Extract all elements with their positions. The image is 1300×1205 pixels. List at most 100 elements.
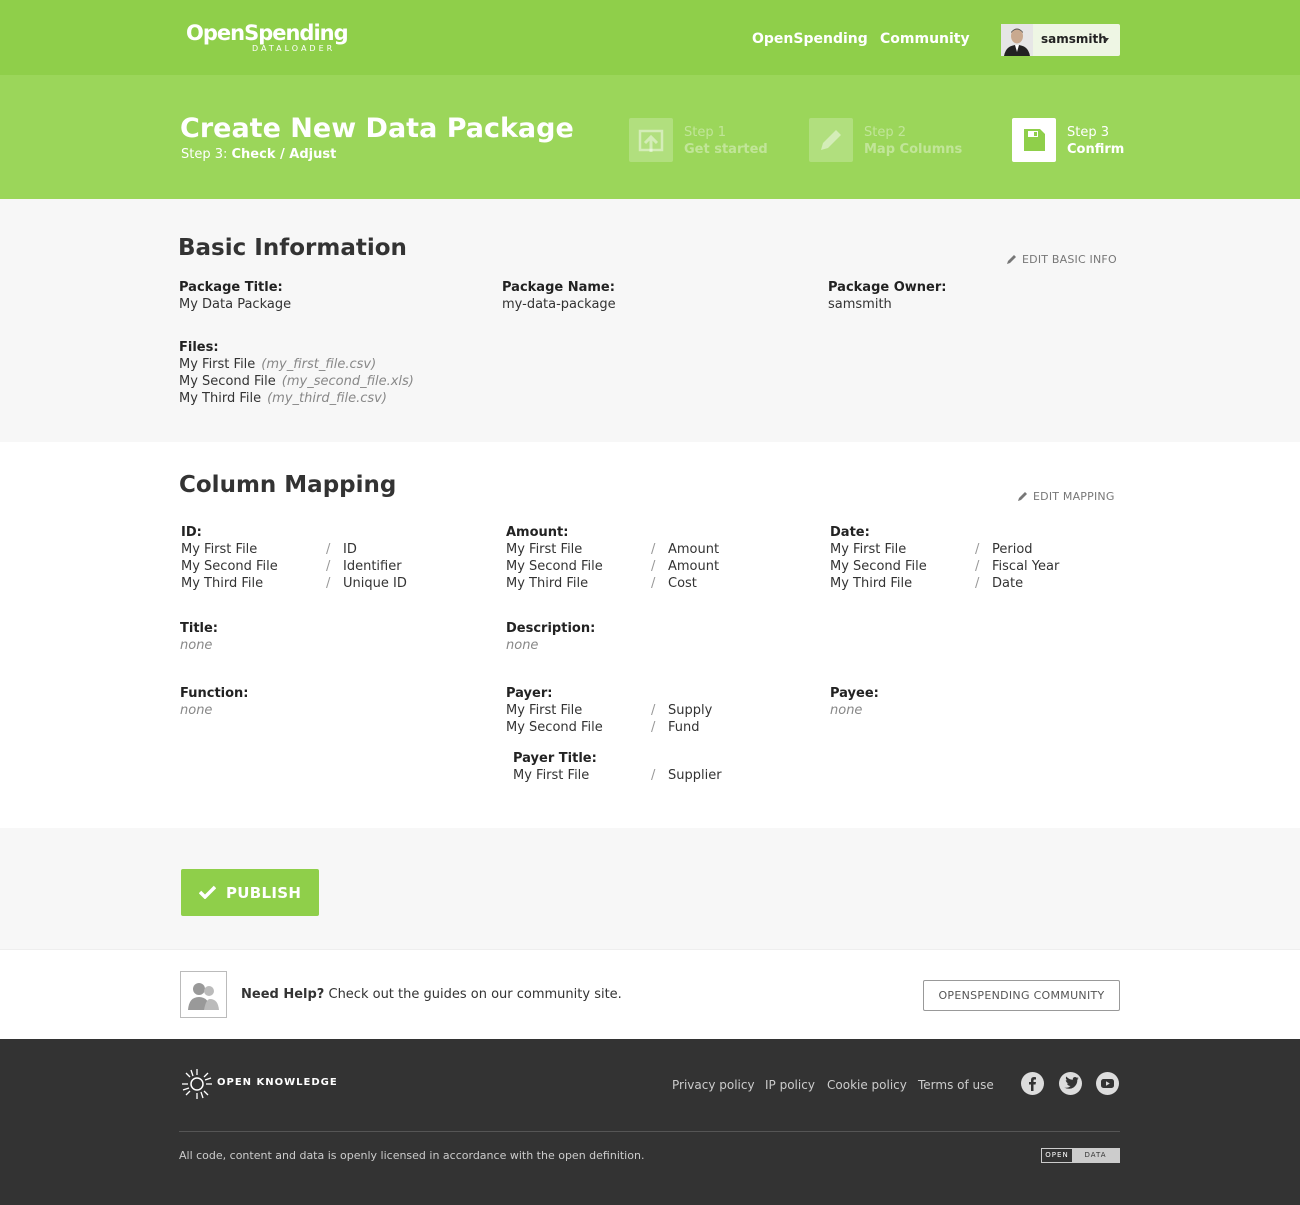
open-data-badge[interactable]: OPEN DATA <box>1041 1148 1120 1163</box>
mapping-id-label: ID: <box>181 525 202 540</box>
mapping-payer-title-label: Payer Title: <box>513 751 597 766</box>
footer-link-terms[interactable]: Terms of use <box>918 1078 994 1092</box>
license-text: All code, content and data is openly lic… <box>179 1149 645 1162</box>
file-filename: (my_second_file.xls) <box>281 374 414 389</box>
mapping-row: My Second File / Identifier <box>181 558 481 575</box>
help-section: Need Help? Check out the guides on our c… <box>0 949 1300 1039</box>
mapping-separator: / <box>651 768 656 783</box>
edit-basic-info-link[interactable]: EDIT BASIC INFO <box>1007 253 1117 266</box>
package-name-field: Package Name: my-data-package <box>502 279 616 313</box>
mapping-title: Title: none <box>180 620 218 654</box>
mapping-separator: / <box>326 542 331 557</box>
footer-link-ip[interactable]: IP policy <box>765 1078 815 1092</box>
mapping-separator: / <box>651 720 656 735</box>
mapping-payer: Payer: My First File / Supply My Second Fi… <box>506 685 806 736</box>
package-name-label: Package Name: <box>502 280 615 295</box>
nav-link-openspending[interactable]: OpenSpending <box>752 31 868 47</box>
openspending-logo[interactable]: OpenSpending DATALOADER <box>186 21 349 53</box>
help-strong: Need Help? <box>241 987 325 1002</box>
mapping-payer-title: Payer Title: My First File / Supplier <box>513 750 813 784</box>
openspending-community-button[interactable]: OPENSPENDING COMMUNITY <box>923 980 1120 1011</box>
footer-link-privacy[interactable]: Privacy policy <box>672 1078 755 1092</box>
mapping-payee: Payee: none <box>830 685 879 719</box>
page-subtitle: Step 3: Check / Adjust <box>181 147 336 162</box>
mapping-separator: / <box>651 559 656 574</box>
mapping-date-label: Date: <box>830 525 870 540</box>
subtitle-prefix: Step 3: <box>181 147 232 162</box>
file-filename: (my_third_file.csv) <box>267 391 387 406</box>
publish-button[interactable]: PUBLISH <box>181 869 319 916</box>
mapping-function-label: Function: <box>180 686 249 701</box>
files-field: Files: My First File (my_first_file.csv) … <box>179 339 414 407</box>
package-owner-value: samsmith <box>828 297 892 312</box>
mapping-source: My Third File <box>830 576 913 591</box>
file-item: My Second File (my_second_file.xls) <box>179 373 414 390</box>
mapping-target: Supplier <box>668 768 722 783</box>
mapping-source: My Second File <box>830 559 927 574</box>
pencil-icon <box>1018 492 1027 501</box>
step-3[interactable]: Step 3 Confirm <box>1012 118 1127 162</box>
mapping-function-value: none <box>180 703 213 718</box>
mapping-description: Description: none <box>506 620 595 654</box>
mapping-amount-label: Amount: <box>506 525 569 540</box>
mapping-target: Date <box>992 576 1024 591</box>
step-2-text: Step 2 Map Columns <box>864 124 962 158</box>
mapping-separator: / <box>651 703 656 718</box>
mapping-target: Amount <box>668 542 720 557</box>
basic-information-heading: Basic Information <box>178 235 407 261</box>
package-name-value: my-data-package <box>502 297 616 312</box>
mapping-row: My Third File / Cost <box>506 575 806 592</box>
footer: OPEN KNOWLEDGE Privacy policy IP policy … <box>0 1039 1300 1205</box>
pencil-icon <box>1007 255 1016 264</box>
column-mapping-heading: Column Mapping <box>179 472 397 498</box>
package-owner-field: Package Owner: samsmith <box>828 279 946 313</box>
mapping-separator: / <box>326 559 331 574</box>
step-1-text: Step 1 Get started <box>684 124 768 158</box>
mapping-target: Period <box>992 542 1033 557</box>
step-1[interactable]: Step 1 Get started <box>629 118 779 162</box>
step-3-text: Step 3 Confirm <box>1067 124 1124 158</box>
mapping-separator: / <box>326 576 331 591</box>
twitter-icon[interactable] <box>1059 1072 1082 1095</box>
user-menu-button[interactable]: samsmith <box>1001 24 1120 56</box>
mapping-target: Fiscal Year <box>992 559 1060 574</box>
file-filename: (my_first_file.csv) <box>261 357 377 372</box>
nav-link-community[interactable]: Community <box>880 31 970 47</box>
edit-mapping-link[interactable]: EDIT MAPPING <box>1018 490 1115 503</box>
youtube-icon[interactable] <box>1096 1072 1119 1095</box>
step-2[interactable]: Step 2 Map Columns <box>809 118 969 162</box>
mapping-separator: / <box>975 576 980 591</box>
open-knowledge-brand[interactable]: OPEN KNOWLEDGE <box>217 1077 338 1088</box>
page-header: Create New Data Package Step 3: Check / … <box>0 75 1300 199</box>
mapping-source: My Second File <box>181 559 278 574</box>
mapping-source: My Third File <box>506 576 589 591</box>
open-knowledge-logo-icon[interactable] <box>180 1067 214 1101</box>
step-1-line1: Step 1 <box>684 125 727 140</box>
mapping-source: My First File <box>506 542 583 557</box>
mapping-row: My Third File / Date <box>830 575 1120 592</box>
open-data-badge-right: DATA <box>1072 1149 1119 1162</box>
people-icon <box>180 971 227 1018</box>
file-item: My Third File (my_third_file.csv) <box>179 390 414 407</box>
mapping-row: My First File / Period <box>830 541 1120 558</box>
step-3-line1: Step 3 <box>1067 125 1110 140</box>
publish-section: PUBLISH <box>0 828 1300 949</box>
logo-sub-text: DATALOADER <box>252 44 336 53</box>
upload-icon <box>629 118 673 162</box>
logo-main-text: OpenSpending <box>186 21 349 45</box>
mapping-source: My Third File <box>181 576 264 591</box>
package-title-value: My Data Package <box>179 297 292 312</box>
footer-link-cookie[interactable]: Cookie policy <box>827 1078 907 1092</box>
mapping-title-label: Title: <box>180 621 219 636</box>
subtitle-strong: Check / Adjust <box>231 147 337 162</box>
checkmark-icon <box>199 885 216 899</box>
mapping-separator: / <box>651 542 656 557</box>
mapping-source: My First File <box>513 768 590 783</box>
facebook-icon[interactable] <box>1021 1072 1044 1095</box>
mapping-source: My First File <box>506 703 583 718</box>
mapping-row: My Second File / Amount <box>506 558 806 575</box>
mapping-target: ID <box>343 542 357 557</box>
mapping-source: My Second File <box>506 559 603 574</box>
mapping-separator: / <box>651 576 656 591</box>
save-icon <box>1012 118 1056 162</box>
